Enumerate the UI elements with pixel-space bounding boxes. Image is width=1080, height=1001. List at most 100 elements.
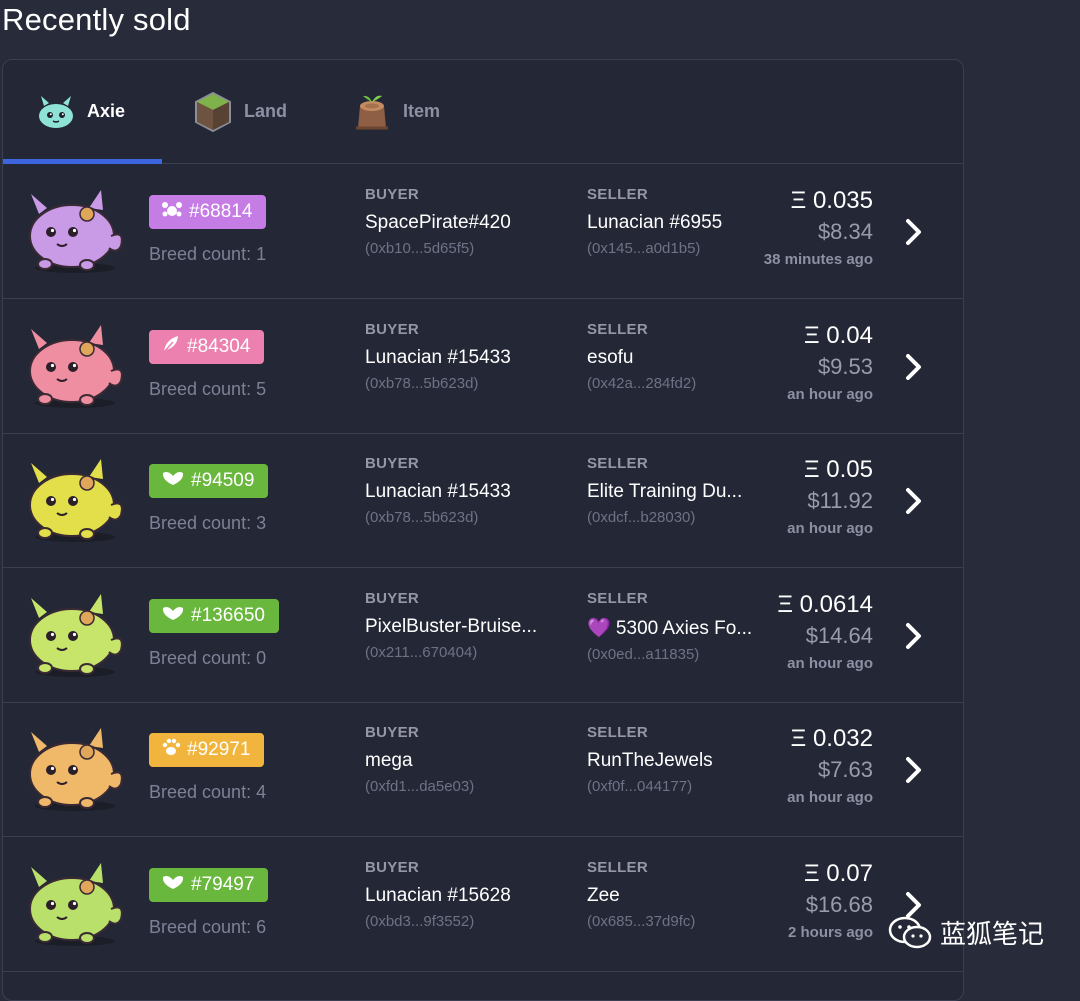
buyer-name[interactable]: PixelBuster-Bruise... (365, 616, 575, 638)
paw-icon (161, 737, 187, 763)
sale-row[interactable]: #92971 Breed count: 4 BUYER mega (0xfd1...da… (3, 702, 963, 837)
seller-name[interactable]: esofu (587, 347, 797, 369)
axie-image[interactable] (17, 857, 129, 949)
sold-time: an hour ago (787, 520, 873, 537)
price-usd: $11.92 (807, 488, 873, 513)
buyer-column: BUYER mega (0xfd1...da5e03) (365, 724, 575, 795)
axie-id-badge: #79497 (149, 867, 269, 902)
wechat-icon (888, 916, 932, 948)
buyer-name[interactable]: Lunacian #15433 (365, 347, 575, 369)
seller-header: SELLER (587, 858, 648, 876)
price-usd: $14.64 (805, 622, 873, 648)
sold-time: 2 hours ago (787, 923, 873, 941)
seller-column: SELLER Elite Training Du... (0xdcf...b2803… (587, 455, 797, 526)
feather-icon (161, 334, 187, 360)
seller-name[interactable]: Elite Training Du... (587, 481, 797, 503)
buyer-address: (0xb78...5b623d) (365, 374, 479, 392)
tab-land[interactable]: Land (192, 60, 287, 163)
price-usd: $7.63 (817, 757, 873, 782)
seller-name[interactable]: 💜 5300 Axies Fo... (587, 616, 797, 640)
price-block: Ξ 0.035 $8.34 38 minutes ago (764, 186, 873, 268)
breed-count: Breed count: 1 (149, 244, 267, 264)
axie-id-badge: #136650 (149, 598, 279, 633)
axie-image[interactable] (17, 588, 129, 680)
seller-column: SELLER Zee (0x685...37d9fc) (587, 859, 797, 930)
tab-item-label: Item (403, 101, 441, 121)
seller-header: SELLER (587, 724, 648, 741)
buyer-address: (0xbd3...9f3552) (365, 912, 475, 930)
chevron-right-icon[interactable] (903, 486, 925, 516)
buyer-header: BUYER (365, 320, 420, 338)
buyer-column: BUYER SpacePirate#420 (0xb10...5d65f5) (365, 186, 575, 257)
watermark-text: 蓝狐笔记 (940, 920, 1045, 950)
axie-id: #92971 (187, 739, 251, 760)
sold-time: an hour ago (787, 654, 873, 672)
axie-id: #79497 (191, 873, 255, 895)
page-title: Recently sold (2, 2, 191, 37)
land-tab-icon (195, 91, 231, 132)
buyer-name[interactable]: Lunacian #15628 (365, 885, 575, 907)
leaf-icon (161, 469, 191, 493)
axie-id-badge: #68814 (149, 195, 267, 229)
axie-id-badge: #94509 (149, 464, 269, 498)
price-block: Ξ 0.04 $9.53 an hour ago (787, 321, 873, 403)
chevron-right-icon[interactable] (903, 621, 925, 651)
seller-address: (0xdcf...b28030) (587, 509, 696, 526)
buyer-header: BUYER (365, 724, 420, 741)
axie-id: #94509 (191, 470, 255, 491)
buyer-name[interactable]: SpacePirate#420 (365, 212, 575, 234)
axie-image[interactable] (17, 453, 129, 545)
sold-time: 38 minutes ago (763, 251, 873, 268)
price-block: Ξ 0.032 $7.63 an hour ago (787, 724, 873, 806)
tab-item[interactable]: Item (351, 60, 440, 163)
buyer-column: BUYER Lunacian #15433 (0xb78...5b623d) (365, 455, 575, 526)
axie-tab-icon (39, 95, 73, 128)
sold-time: an hour ago (787, 789, 873, 806)
recently-sold-panel: Axie Land Item #68814 Breed count: 1 BUY… (2, 59, 964, 1001)
tab-land-label: Land (244, 101, 287, 121)
seller-name[interactable]: Zee (587, 885, 797, 907)
price-eth: Ξ 0.0614 (777, 590, 873, 618)
buyer-column: BUYER Lunacian #15433 (0xb78...5b623d) (365, 321, 575, 392)
buyer-column: BUYER Lunacian #15628 (0xbd3...9f3552) (365, 859, 575, 930)
tab-bar: Axie Land Item (3, 60, 963, 164)
axie-image[interactable] (17, 184, 129, 276)
sale-row[interactable]: #94509 Breed count: 3 BUYER Lunacian #15433… (3, 433, 963, 568)
tab-axie-label: Axie (87, 101, 126, 121)
breed-count: Breed count: 3 (149, 513, 267, 533)
seller-header: SELLER (587, 589, 648, 607)
buyer-address: (0xb78...5b623d) (365, 509, 479, 526)
sale-row[interactable]: #68814 Breed count: 1 BUYER SpacePirate#420… (3, 164, 963, 299)
price-usd: $16.68 (805, 891, 873, 917)
axie-image[interactable] (17, 722, 129, 814)
buyer-name[interactable]: mega (365, 750, 575, 772)
price-eth: Ξ 0.032 (790, 725, 873, 752)
breed-count: Breed count: 6 (149, 916, 267, 937)
watermark: 蓝狐笔记 (888, 914, 1044, 951)
axie-image[interactable] (17, 319, 129, 411)
item-tab-icon (356, 95, 388, 129)
sale-row[interactable]: #84304 Breed count: 5 BUYER Lunacian #15433… (3, 299, 963, 434)
axie-id-badge: #92971 (149, 733, 265, 767)
tab-axie[interactable]: Axie (35, 60, 125, 163)
buyer-header: BUYER (365, 186, 420, 203)
chevron-right-icon[interactable] (903, 352, 925, 382)
seller-column: SELLER RunTheJewels (0xf0f...044177) (587, 724, 797, 795)
buyer-name[interactable]: Lunacian #15433 (365, 481, 575, 503)
axie-id: #84304 (187, 335, 251, 357)
chevron-right-icon[interactable] (903, 217, 925, 247)
axie-id: #68814 (189, 201, 253, 222)
breed-count: Breed count: 0 (149, 647, 267, 668)
price-eth: Ξ 0.05 (804, 456, 873, 483)
price-usd: $8.34 (817, 219, 873, 244)
sale-row[interactable]: #136650 Breed count: 0 BUYER PixelBuster-Br… (3, 568, 963, 703)
price-block: Ξ 0.05 $11.92 an hour ago (787, 455, 873, 537)
chevron-right-icon[interactable] (903, 755, 925, 785)
seller-column: SELLER esofu (0x42a...284fd2) (587, 321, 797, 392)
seller-header: SELLER (587, 320, 648, 338)
price-usd: $9.53 (817, 353, 873, 379)
buyer-address: (0xb10...5d65f5) (365, 240, 475, 257)
seller-name[interactable]: RunTheJewels (587, 750, 797, 772)
sale-row[interactable]: #79497 Breed count: 6 BUYER Lunacian #15628… (3, 837, 963, 972)
buyer-header: BUYER (365, 589, 420, 607)
